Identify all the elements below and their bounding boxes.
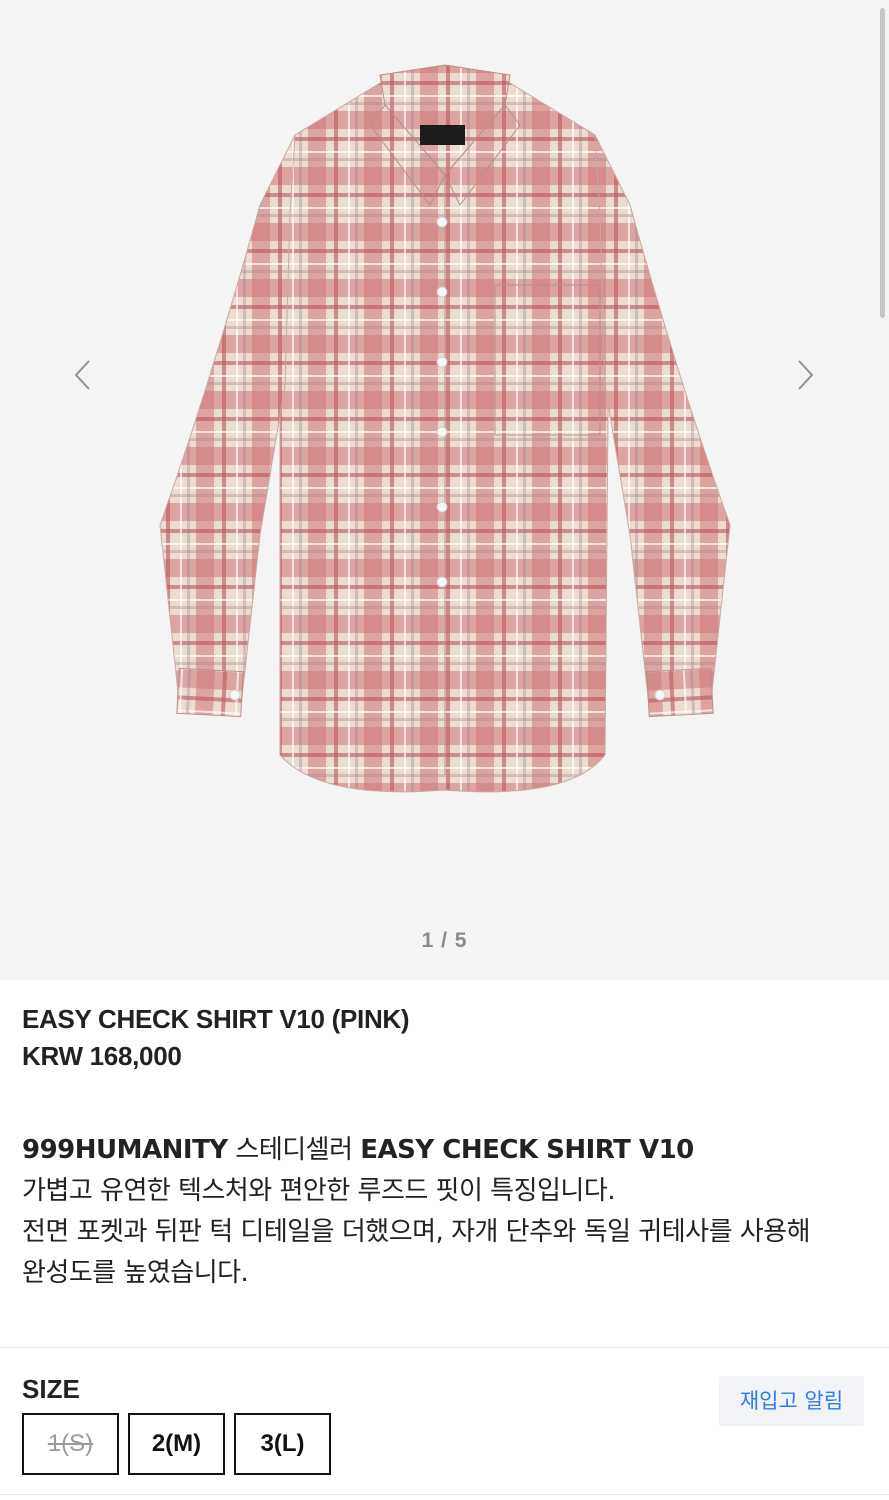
scrollbar[interactable] — [880, 8, 885, 318]
description-title: EASY CHECK SHIRT V10 — [360, 1135, 694, 1165]
chevron-left-icon — [74, 360, 90, 390]
size-option-2-m[interactable]: 2(M) — [128, 1413, 225, 1475]
description-line-3: 전면 포켓과 뒤판 턱 디테일을 더했으며, 자개 단추와 독일 귀테사를 사용… — [22, 1217, 811, 1247]
section-divider — [0, 1347, 889, 1348]
size-label: SIZE — [22, 1374, 80, 1404]
description-line-1: 999HUMANITY 스테디셀러 EASY CHECK SHIRT V10 — [22, 1130, 872, 1171]
product-image-gallery[interactable]: 1 / 5 — [0, 0, 889, 980]
description-line-4: 완성도를 높였습니다. — [22, 1258, 249, 1288]
description-brand: 999HUMANITY — [22, 1135, 228, 1165]
product-description: 999HUMANITY 스테디셀러 EASY CHECK SHIRT V10 가… — [22, 1130, 872, 1294]
size-options: 1(S) 2(M) 3(L) — [22, 1413, 331, 1475]
image-counter: 1 / 5 — [421, 929, 468, 952]
size-option-3-l[interactable]: 3(L) — [234, 1413, 331, 1475]
product-image — [159, 64, 731, 793]
previous-image-button[interactable] — [62, 350, 102, 400]
size-option-1-s[interactable]: 1(S) — [22, 1413, 119, 1475]
bottom-divider — [0, 1494, 889, 1495]
description-mid: 스테디셀러 — [227, 1135, 361, 1165]
product-name: EASY CHECK SHIRT V10 (PINK) — [22, 1004, 410, 1034]
next-image-button[interactable] — [786, 350, 826, 400]
product-price: KRW 168,000 — [22, 1041, 182, 1071]
description-line-2: 가볍고 유연한 텍스처와 편안한 루즈드 핏이 특징입니다. — [22, 1176, 616, 1206]
chevron-right-icon — [798, 360, 814, 390]
restock-notify-button[interactable]: 재입고 알림 — [719, 1376, 864, 1426]
